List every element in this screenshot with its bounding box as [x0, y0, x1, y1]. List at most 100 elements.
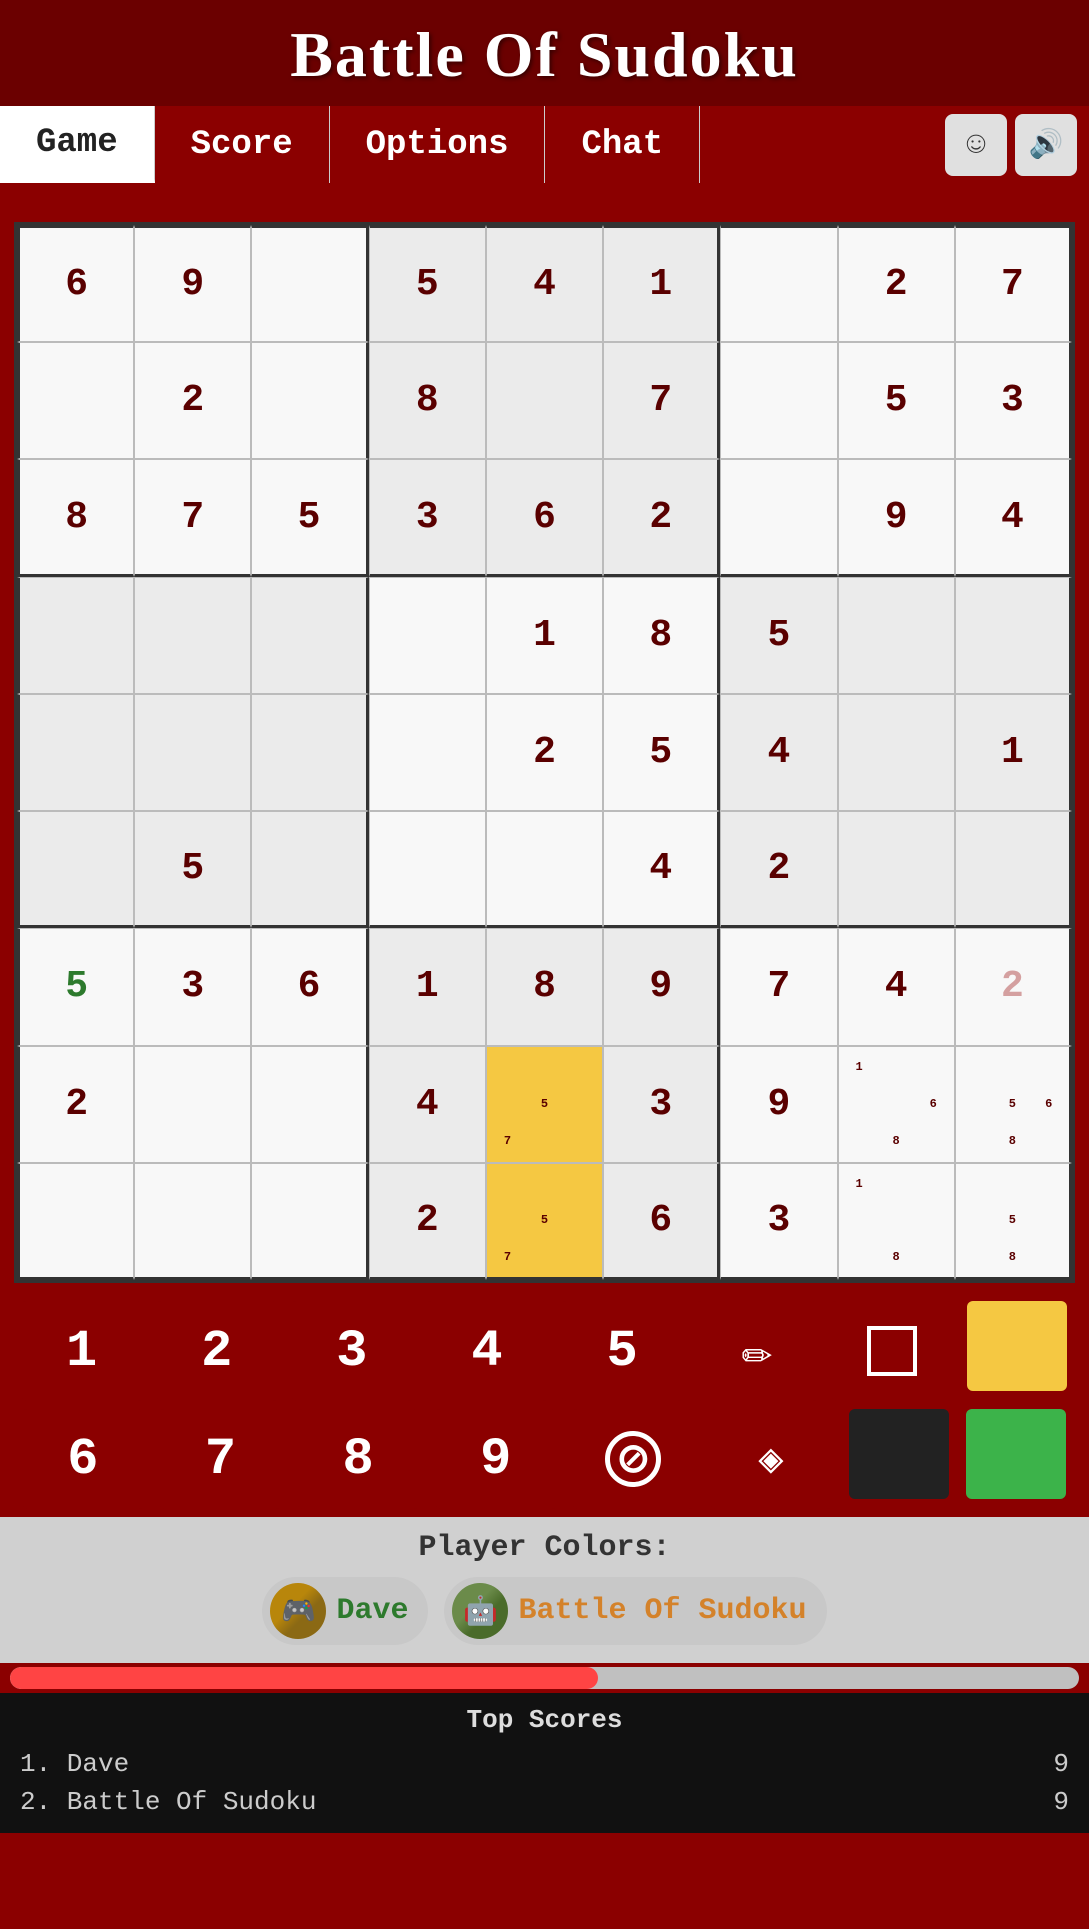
cell-2-2[interactable]: 5 — [251, 459, 368, 576]
cell-3-4[interactable]: 1 — [486, 577, 603, 694]
cell-8-7[interactable]: 18 — [838, 1163, 955, 1280]
cell-1-7[interactable]: 5 — [838, 342, 955, 459]
cell-7-7[interactable]: 168 — [838, 1046, 955, 1163]
cell-1-8[interactable]: 3 — [955, 342, 1072, 459]
cell-0-8[interactable]: 7 — [955, 225, 1072, 342]
cell-3-3[interactable] — [369, 577, 486, 694]
cell-5-6[interactable]: 2 — [720, 811, 837, 928]
cell-1-6[interactable] — [720, 342, 837, 459]
cell-8-2[interactable] — [251, 1163, 368, 1280]
cell-7-2[interactable] — [251, 1046, 368, 1163]
numpad-color-green[interactable] — [966, 1409, 1066, 1499]
cell-1-2[interactable] — [251, 342, 368, 459]
cell-0-3[interactable]: 5 — [369, 225, 486, 342]
cell-4-3[interactable] — [369, 694, 486, 811]
speaker-button[interactable]: 🔊 — [1015, 114, 1077, 176]
cell-0-1[interactable]: 9 — [134, 225, 251, 342]
numpad-1[interactable]: 1 — [22, 1301, 142, 1401]
cell-6-8[interactable]: 2 — [955, 928, 1072, 1045]
cell-3-1[interactable] — [134, 577, 251, 694]
cell-6-2[interactable]: 6 — [251, 928, 368, 1045]
cell-4-7[interactable] — [838, 694, 955, 811]
numpad-square[interactable] — [832, 1301, 952, 1401]
cell-1-1[interactable]: 2 — [134, 342, 251, 459]
cell-8-3[interactable]: 2 — [369, 1163, 486, 1280]
cell-0-6[interactable] — [720, 225, 837, 342]
cell-2-5[interactable]: 2 — [603, 459, 720, 576]
cell-6-6[interactable]: 7 — [720, 928, 837, 1045]
tab-game[interactable]: Game — [0, 106, 155, 183]
cell-3-6[interactable]: 5 — [720, 577, 837, 694]
numpad-color-orange[interactable] — [967, 1301, 1067, 1391]
cell-4-4[interactable]: 2 — [486, 694, 603, 811]
cell-5-1[interactable]: 5 — [134, 811, 251, 928]
cell-0-4[interactable]: 4 — [486, 225, 603, 342]
cell-0-5[interactable]: 1 — [603, 225, 720, 342]
cell-3-8[interactable] — [955, 577, 1072, 694]
tab-options[interactable]: Options — [330, 106, 546, 183]
cell-4-0[interactable] — [17, 694, 134, 811]
cell-7-0[interactable]: 2 — [17, 1046, 134, 1163]
cell-2-8[interactable]: 4 — [955, 459, 1072, 576]
cell-5-4[interactable] — [486, 811, 603, 928]
cell-2-3[interactable]: 3 — [369, 459, 486, 576]
cell-5-2[interactable] — [251, 811, 368, 928]
cell-5-8[interactable] — [955, 811, 1072, 928]
cell-6-3[interactable]: 1 — [369, 928, 486, 1045]
cell-8-1[interactable] — [134, 1163, 251, 1280]
cell-2-7[interactable]: 9 — [838, 459, 955, 576]
cell-2-0[interactable]: 8 — [17, 459, 134, 576]
numpad-9[interactable]: 9 — [436, 1409, 556, 1509]
numpad-color-black[interactable] — [849, 1409, 949, 1499]
numpad-2[interactable]: 2 — [157, 1301, 277, 1401]
cell-8-5[interactable]: 6 — [603, 1163, 720, 1280]
cell-0-0[interactable]: 6 — [17, 225, 134, 342]
cell-2-4[interactable]: 6 — [486, 459, 603, 576]
cell-7-1[interactable] — [134, 1046, 251, 1163]
cell-0-7[interactable]: 2 — [838, 225, 955, 342]
cell-1-3[interactable]: 8 — [369, 342, 486, 459]
cell-3-0[interactable] — [17, 577, 134, 694]
numpad-diamond[interactable]: ◈ — [711, 1409, 831, 1509]
cell-3-2[interactable] — [251, 577, 368, 694]
cell-8-4[interactable]: 57 — [486, 1163, 603, 1280]
cell-8-8[interactable]: 58 — [955, 1163, 1072, 1280]
cell-5-7[interactable] — [838, 811, 955, 928]
cell-7-3[interactable]: 4 — [369, 1046, 486, 1163]
cell-4-1[interactable] — [134, 694, 251, 811]
numpad-pencil[interactable]: ✏ — [697, 1301, 817, 1401]
cell-8-6[interactable]: 3 — [720, 1163, 837, 1280]
cell-6-5[interactable]: 9 — [603, 928, 720, 1045]
cell-7-6[interactable]: 9 — [720, 1046, 837, 1163]
smiley-button[interactable]: ☺ — [945, 114, 1007, 176]
cell-6-7[interactable]: 4 — [838, 928, 955, 1045]
numpad-4[interactable]: 4 — [427, 1301, 547, 1401]
cell-4-8[interactable]: 1 — [955, 694, 1072, 811]
cell-4-6[interactable]: 4 — [720, 694, 837, 811]
cell-5-5[interactable]: 4 — [603, 811, 720, 928]
cell-1-4[interactable] — [486, 342, 603, 459]
numpad-8[interactable]: 8 — [298, 1409, 418, 1509]
cell-0-2[interactable] — [251, 225, 368, 342]
numpad-6[interactable]: 6 — [23, 1409, 143, 1509]
cell-4-5[interactable]: 5 — [603, 694, 720, 811]
cell-8-0[interactable] — [17, 1163, 134, 1280]
cell-5-0[interactable] — [17, 811, 134, 928]
cell-7-5[interactable]: 3 — [603, 1046, 720, 1163]
numpad-3[interactable]: 3 — [292, 1301, 412, 1401]
tab-chat[interactable]: Chat — [545, 106, 700, 183]
tab-score[interactable]: Score — [155, 106, 330, 183]
cell-6-4[interactable]: 8 — [486, 928, 603, 1045]
cell-7-4[interactable]: 57 — [486, 1046, 603, 1163]
cell-7-8[interactable]: 568 — [955, 1046, 1072, 1163]
cell-3-7[interactable] — [838, 577, 955, 694]
cell-6-0[interactable]: 5 — [17, 928, 134, 1045]
numpad-5[interactable]: 5 — [562, 1301, 682, 1401]
cell-2-6[interactable] — [720, 459, 837, 576]
cell-1-0[interactable] — [17, 342, 134, 459]
cell-4-2[interactable] — [251, 694, 368, 811]
numpad-no[interactable]: ⊘ — [573, 1409, 693, 1509]
numpad-7[interactable]: 7 — [160, 1409, 280, 1509]
cell-1-5[interactable]: 7 — [603, 342, 720, 459]
cell-5-3[interactable] — [369, 811, 486, 928]
